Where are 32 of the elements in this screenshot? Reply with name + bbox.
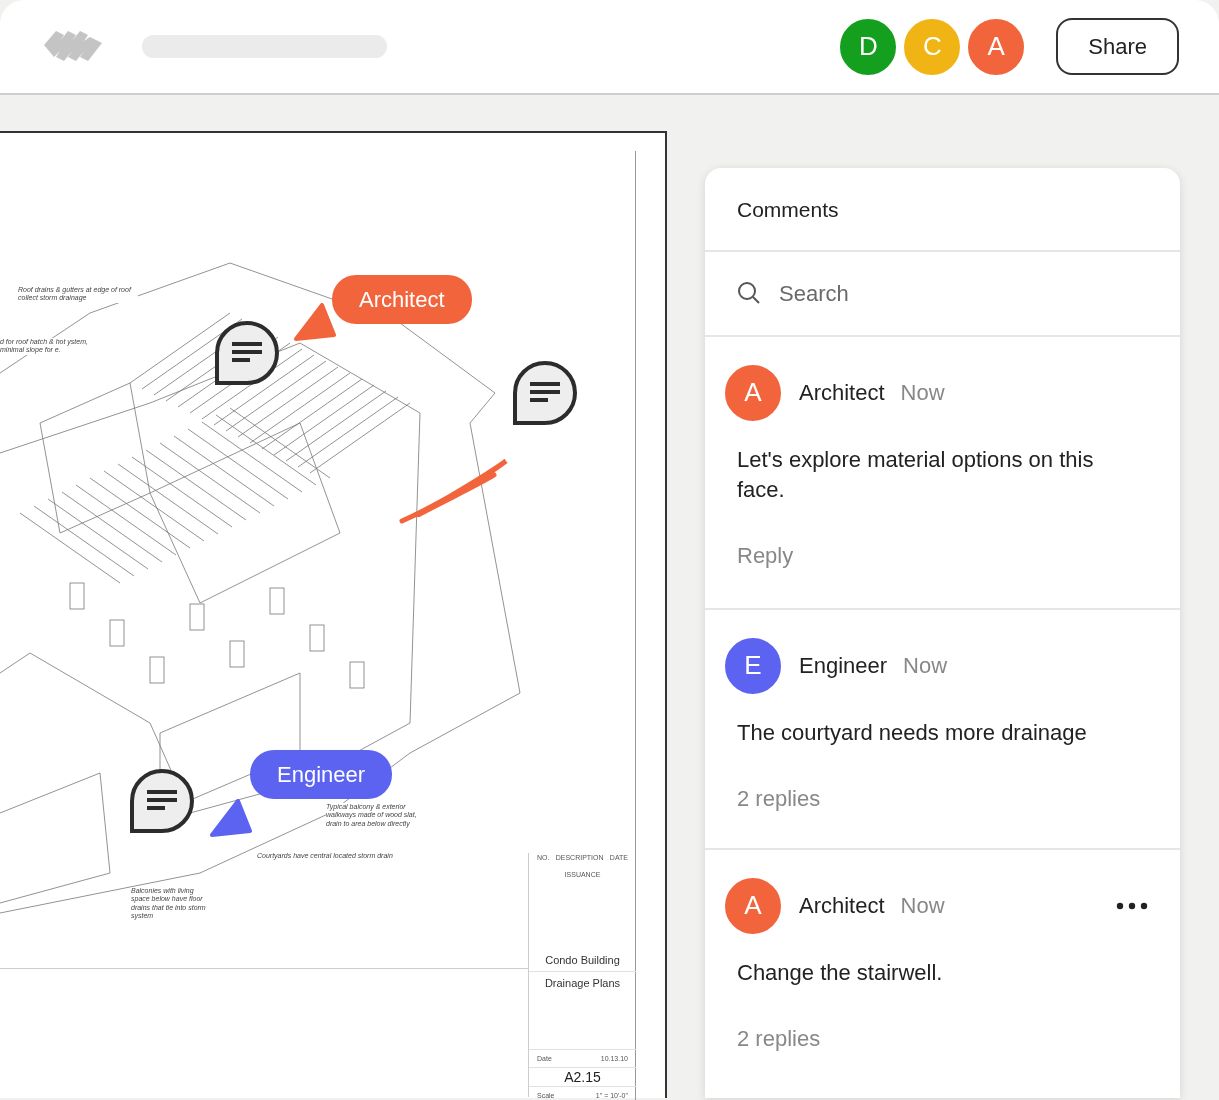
user-avatar[interactable]: A: [966, 16, 1027, 77]
project-name: Condo Building: [545, 954, 620, 967]
cursor-label: Engineer: [250, 750, 393, 799]
panel-title: Comments: [737, 198, 839, 221]
user-avatar: A: [723, 362, 783, 423]
comment-author: Architect: [799, 379, 885, 407]
comment-author: Engineer: [799, 652, 888, 680]
cursor-arrow-icon: [292, 303, 338, 343]
comment-text: The courtyard needs more drainage: [737, 719, 1087, 745]
user-avatar: A: [723, 875, 783, 936]
cursor-label: Architect: [332, 275, 472, 324]
reply-link[interactable]: Reply: [737, 542, 794, 568]
share-button[interactable]: Share: [1056, 18, 1179, 75]
comment-pin-icon[interactable]: [512, 360, 578, 426]
comment-text: Change the stairwell.: [737, 959, 943, 985]
search-icon: [737, 281, 761, 305]
comment-text: Let's explore material options on this face.: [737, 446, 1094, 502]
comment-pin-icon[interactable]: [214, 320, 280, 386]
comment-time: Now: [903, 652, 948, 680]
comment-author: Architect: [799, 892, 885, 920]
sheet-title: Drainage Plans: [544, 977, 621, 990]
sheet-number: A2.15: [564, 1068, 601, 1085]
more-options-icon[interactable]: [1116, 901, 1148, 910]
comment-time: Now: [900, 892, 945, 920]
user-avatar[interactable]: D: [838, 16, 899, 77]
comment-pin-icon[interactable]: [129, 768, 195, 834]
reply-link[interactable]: 2 replies: [737, 785, 821, 811]
cursor-arrow-icon: [208, 799, 254, 839]
user-avatar: E: [723, 635, 783, 696]
user-avatar[interactable]: C: [902, 16, 963, 77]
reply-link[interactable]: 2 replies: [737, 1025, 821, 1051]
comment-time: Now: [900, 379, 945, 407]
